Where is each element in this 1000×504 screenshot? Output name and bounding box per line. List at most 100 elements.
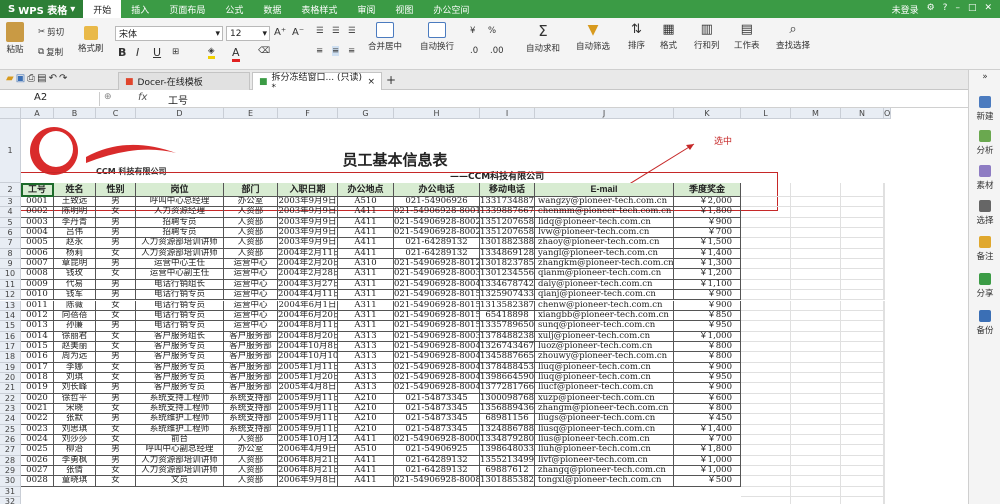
table-cell[interactable]: 021-54906928-8001 (394, 207, 480, 218)
empty-cell[interactable] (884, 279, 885, 291)
empty-cell[interactable] (841, 362, 884, 373)
table-cell[interactable]: 呼叫中心副总经理 (136, 445, 224, 456)
print-icon[interactable]: ⎙ (27, 73, 35, 84)
empty-cell[interactable] (841, 455, 884, 467)
row-header[interactable]: 3 (0, 197, 21, 208)
tab-current-workbook[interactable]: ■ 拆分冻结窗口... (只读) * × (252, 72, 382, 93)
table-cell[interactable]: A411 (338, 435, 394, 446)
table-header-cell[interactable]: 办公电话 (394, 183, 480, 197)
help-icon[interactable]: ? (943, 3, 948, 16)
table-cell[interactable]: ￥1,000 (674, 466, 741, 477)
table-cell[interactable]: 021-54906928-8012 (394, 259, 480, 270)
table-cell[interactable]: ￥900 (674, 362, 741, 373)
table-cell[interactable]: ￥800 (674, 404, 741, 415)
menu-tab[interactable]: 页面布局 (159, 0, 215, 18)
table-cell[interactable]: 13012345568 (480, 269, 535, 280)
login-status[interactable]: 未登录 (892, 3, 919, 16)
table-cell[interactable]: 13512076589 (480, 217, 535, 229)
table-cell[interactable]: A310 (338, 259, 394, 270)
table-cell[interactable]: 女 (96, 300, 136, 311)
column-header[interactable]: M (791, 108, 841, 119)
empty-cell[interactable] (884, 414, 885, 425)
table-cell[interactable]: 徐哲平 (54, 393, 96, 404)
table-cell[interactable]: 人资部 (224, 435, 278, 446)
empty-cell[interactable] (884, 352, 885, 363)
table-cell[interactable]: 021-64289132 (394, 466, 480, 477)
table-cell[interactable]: 赵美丽 (54, 341, 96, 353)
zoom-cell-icon[interactable]: ⊕ (104, 92, 112, 102)
empty-cell[interactable] (791, 248, 841, 260)
empty-cell[interactable] (884, 269, 885, 280)
panel-backup-button[interactable]: 备份 (969, 310, 1000, 336)
table-cell[interactable]: 2004年4月11日 (278, 290, 338, 301)
row-header[interactable]: 29 (0, 466, 21, 477)
table-cell[interactable]: ￥850 (674, 310, 741, 322)
close-tab-icon[interactable]: × (367, 77, 375, 87)
column-header[interactable]: A (21, 108, 54, 119)
empty-cell[interactable] (841, 383, 884, 394)
table-cell[interactable]: 男 (96, 352, 136, 363)
empty-cell[interactable] (841, 372, 884, 384)
table-cell[interactable]: 021-64289132 (394, 238, 480, 249)
table-cell[interactable]: 女 (96, 404, 136, 415)
table-cell[interactable]: A311 (338, 290, 394, 301)
table-cell[interactable]: 0021 (21, 404, 54, 415)
table-cell[interactable]: livf@pioneer-tech.com.cn (535, 455, 674, 467)
table-cell[interactable]: lius@pioneer-tech.com.cn (535, 435, 674, 446)
table-cell[interactable]: 2006年8月21日 (278, 466, 338, 477)
column-header[interactable]: K (674, 108, 741, 119)
table-cell[interactable]: 王致远 (54, 197, 96, 208)
table-cell[interactable]: 男 (96, 383, 136, 394)
table-cell[interactable]: 0028 (21, 476, 54, 487)
table-cell[interactable]: 运营中心 (224, 259, 278, 270)
empty-cell[interactable] (741, 497, 791, 504)
table-cell[interactable]: 021-64289132 (394, 455, 480, 467)
close-button[interactable]: ✕ (984, 3, 992, 16)
empty-cell[interactable] (884, 331, 885, 342)
table-cell[interactable]: A313 (338, 372, 394, 384)
table-cell[interactable]: xiangbb@pioneer-tech.com.cn (535, 310, 674, 322)
menu-tab[interactable]: 审阅 (347, 0, 385, 18)
decrease-decimal-button[interactable]: .00 (490, 46, 504, 56)
row-header[interactable]: 26 (0, 435, 21, 446)
table-cell[interactable]: ￥950 (674, 372, 741, 384)
table-cell[interactable]: 人资部 (224, 476, 278, 487)
table-cell[interactable]: 刘长峰 (54, 383, 96, 394)
table-cell[interactable]: 0025 (21, 445, 54, 456)
empty-cell[interactable] (791, 445, 841, 456)
row-header[interactable]: 30 (0, 476, 21, 487)
empty-cell[interactable] (741, 466, 791, 477)
table-cell[interactable]: 客户服务部 (224, 352, 278, 363)
number-format-button[interactable]: ¥ (470, 26, 475, 36)
table-cell[interactable]: 021-54906928-8004 (394, 383, 480, 394)
table-header-cell[interactable]: 姓名 (54, 183, 96, 197)
table-cell[interactable]: 女 (96, 466, 136, 477)
table-cell[interactable]: 2003年9月9日 (278, 228, 338, 239)
table-cell[interactable]: ￥900 (674, 300, 741, 311)
empty-cell[interactable] (841, 248, 884, 260)
empty-cell[interactable] (741, 383, 791, 394)
tab-docer-templates[interactable]: ■ Docer-在线模板 (118, 72, 250, 90)
table-cell[interactable]: 男 (96, 217, 136, 229)
empty-cell[interactable] (884, 497, 885, 504)
empty-cell[interactable] (884, 445, 885, 456)
table-cell[interactable]: 陈明明 (54, 207, 96, 218)
minimize-button[interactable]: – (955, 3, 960, 16)
table-cell[interactable]: 徐丽君 (54, 331, 96, 342)
empty-cell[interactable] (741, 228, 791, 239)
empty-cell[interactable] (884, 207, 885, 218)
format-painter-button[interactable]: 格式刷 (78, 26, 104, 54)
table-cell[interactable]: 客户服务专员 (136, 352, 224, 363)
empty-cell[interactable] (841, 290, 884, 301)
empty-cell[interactable] (741, 259, 791, 270)
empty-cell[interactable] (841, 393, 884, 404)
table-cell[interactable]: 男 (96, 414, 136, 425)
empty-cell[interactable] (791, 183, 841, 197)
empty-cell[interactable] (741, 217, 791, 229)
table-cell[interactable]: 男 (96, 455, 136, 467)
column-header[interactable]: D (136, 108, 224, 119)
empty-cell[interactable] (791, 269, 841, 280)
table-cell[interactable]: 人力资源部培训讲师 (136, 248, 224, 260)
empty-cell[interactable] (741, 362, 791, 373)
table-cell[interactable]: xulj@pioneer-tech.com.cn (535, 331, 674, 342)
